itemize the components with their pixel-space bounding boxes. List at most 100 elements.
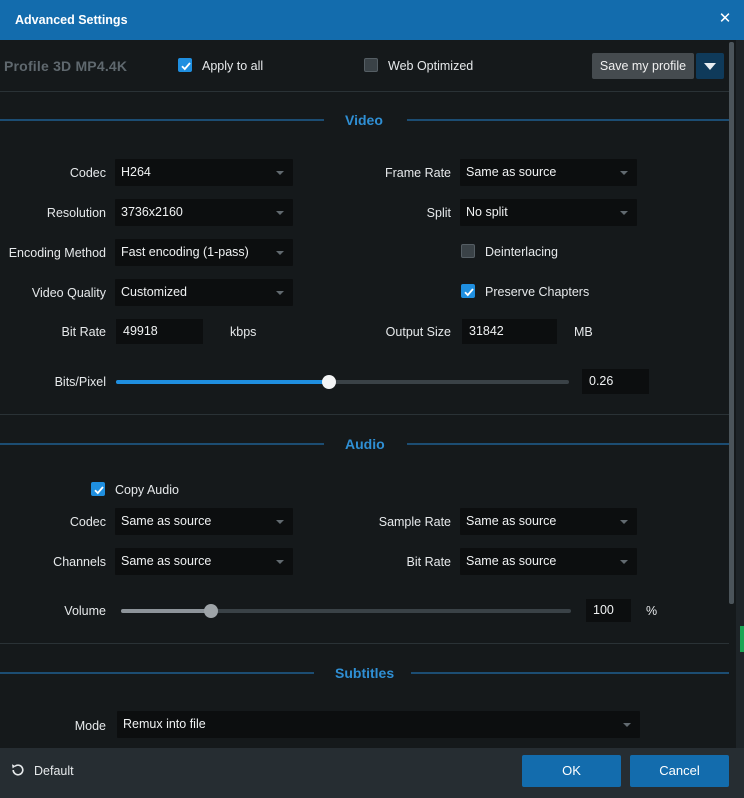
encoding-method-value: Fast encoding (1-pass) [121, 245, 249, 259]
video-bit-rate-input[interactable]: 49918 [116, 319, 203, 344]
web-optimized-checkbox[interactable] [364, 58, 378, 72]
section-rule [0, 119, 324, 121]
deinterlacing-label: Deinterlacing [485, 245, 558, 259]
video-quality-label: Video Quality [31, 286, 106, 300]
channels-value: Same as source [121, 554, 212, 568]
video-bit-rate-label: Bit Rate [61, 325, 106, 339]
deinterlacing-checkbox[interactable] [461, 244, 475, 258]
apply-to-all-label: Apply to all [202, 59, 264, 73]
copy-audio-label: Copy Audio [115, 483, 179, 497]
video-codec-select[interactable]: H264 [115, 159, 293, 186]
subtitle-mode-select[interactable]: Remux into file [117, 711, 640, 738]
save-profile-button[interactable]: Save my profile [592, 53, 694, 79]
video-quality-select[interactable]: Customized [115, 279, 293, 306]
section-rule [0, 443, 324, 445]
chevron-down-icon [276, 211, 284, 215]
bits-pixel-slider-thumb[interactable] [321, 375, 336, 389]
subtitles-section-title: Subtitles [335, 665, 395, 681]
audio-section-title: Audio [345, 436, 385, 452]
chevron-down-icon [620, 560, 628, 564]
channels-label: Channels [53, 555, 106, 569]
reset-icon[interactable] [10, 762, 26, 778]
audio-codec-value: Same as source [121, 514, 212, 528]
video-section-title: Video [345, 112, 383, 128]
volume-label: Volume [64, 604, 106, 618]
split-label: Split [426, 206, 451, 220]
copy-audio-checkbox[interactable] [91, 482, 105, 496]
sample-rate-label: Sample Rate [378, 515, 451, 529]
save-profile-dropdown-button[interactable] [696, 53, 724, 79]
cancel-button[interactable]: Cancel [630, 755, 729, 787]
chevron-down-icon [276, 560, 284, 564]
sample-rate-select[interactable]: Same as source [460, 508, 637, 535]
close-icon[interactable]: ✕ [717, 10, 733, 28]
audio-bit-rate-select[interactable]: Same as source [460, 548, 637, 575]
checkmark-icon [94, 486, 104, 495]
channels-select[interactable]: Same as source [115, 548, 293, 575]
profile-prefix: Profile [4, 58, 49, 74]
dialog-body [0, 40, 736, 748]
ok-button[interactable]: OK [522, 755, 621, 787]
bits-pixel-input[interactable]: 0.26 [582, 369, 649, 394]
resolution-label: Resolution [46, 206, 106, 220]
web-optimized-label: Web Optimized [388, 59, 474, 73]
audio-codec-select[interactable]: Same as source [115, 508, 293, 535]
output-size-label: Output Size [385, 325, 451, 339]
chevron-down-icon [620, 171, 628, 175]
apply-to-all-checkbox[interactable] [178, 58, 192, 72]
sample-rate-value: Same as source [466, 514, 557, 528]
checkmark-icon [181, 62, 191, 71]
video-codec-label: Codec [69, 166, 106, 180]
bits-pixel-label: Bits/Pixel [54, 375, 106, 389]
video-bit-rate-unit: kbps [230, 325, 257, 339]
volume-slider-fill [121, 609, 211, 613]
bits-pixel-slider-fill [116, 380, 329, 384]
chevron-down-icon [623, 723, 631, 727]
checkmark-icon [464, 288, 474, 297]
profile-name: 3D MP4.4K [53, 58, 128, 74]
scrollbar[interactable] [729, 42, 734, 604]
chevron-down-icon [704, 63, 716, 70]
audio-codec-label: Codec [69, 515, 106, 529]
encoding-method-label: Encoding Method [8, 246, 106, 260]
frame-rate-label: Frame Rate [385, 166, 451, 180]
volume-slider-thumb[interactable] [204, 604, 218, 618]
profile-label: Profile 3D MP4.4K [4, 58, 127, 74]
split-value: No split [466, 205, 508, 219]
frame-rate-value: Same as source [466, 165, 557, 179]
section-rule [0, 672, 314, 674]
divider [0, 91, 729, 92]
chevron-down-icon [276, 251, 284, 255]
resolution-select[interactable]: 3736x2160 [115, 199, 293, 226]
output-size-input[interactable]: 31842 [462, 319, 557, 344]
chevron-down-icon [620, 211, 628, 215]
audio-bit-rate-label: Bit Rate [406, 555, 451, 569]
output-size-unit: MB [574, 325, 593, 339]
subtitle-mode-value: Remux into file [123, 717, 206, 731]
default-button[interactable]: Default [34, 764, 74, 778]
resolution-value: 3736x2160 [121, 205, 183, 219]
chevron-down-icon [620, 520, 628, 524]
window-title: Advanced Settings [15, 13, 128, 27]
preserve-chapters-checkbox[interactable] [461, 284, 475, 298]
divider [0, 643, 729, 644]
section-rule [407, 443, 729, 445]
title-bar: Advanced Settings ✕ [0, 0, 744, 40]
section-rule [407, 119, 729, 121]
divider [0, 414, 729, 415]
chevron-down-icon [276, 171, 284, 175]
preserve-chapters-label: Preserve Chapters [485, 285, 590, 299]
chevron-down-icon [276, 291, 284, 295]
frame-rate-select[interactable]: Same as source [460, 159, 637, 186]
audio-bit-rate-value: Same as source [466, 554, 557, 568]
background-indicator [740, 626, 744, 652]
split-select[interactable]: No split [460, 199, 637, 226]
section-rule [411, 672, 729, 674]
video-codec-value: H264 [121, 165, 151, 179]
volume-input[interactable]: 100 [586, 599, 631, 622]
encoding-method-select[interactable]: Fast encoding (1-pass) [115, 239, 293, 266]
video-quality-value: Customized [121, 285, 187, 299]
subtitle-mode-label: Mode [74, 719, 106, 733]
chevron-down-icon [276, 520, 284, 524]
volume-unit: % [646, 604, 658, 618]
